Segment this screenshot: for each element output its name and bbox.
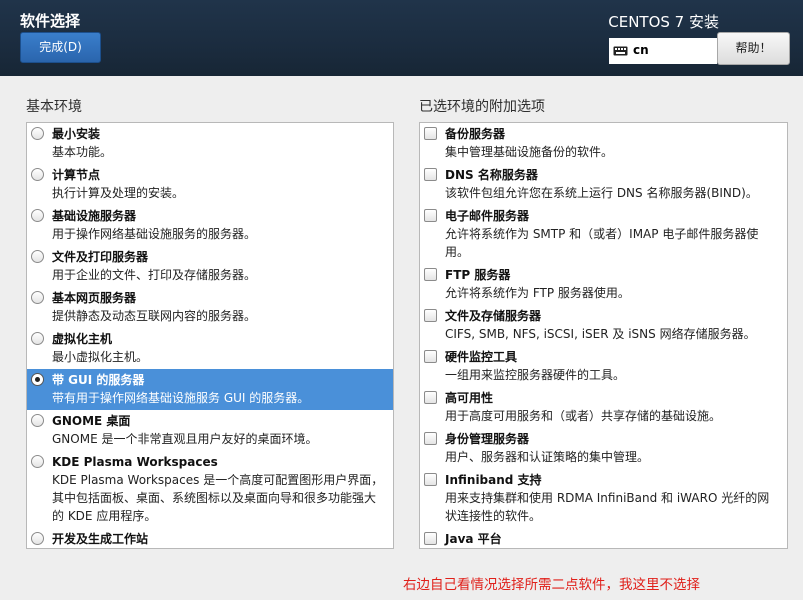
option-title: 文件及存储服务器 — [445, 309, 542, 323]
addons-list[interactable]: 备份服务器 集中管理基础设施备份的软件。 DNS 名称服务器 该软件包组允许您在系统上… — [419, 122, 788, 549]
radio-button[interactable] — [31, 209, 44, 222]
checkbox[interactable] — [424, 127, 437, 140]
option-title: 带 GUI 的服务器 — [52, 373, 145, 387]
option-title: 身份管理服务器 — [445, 432, 530, 446]
option-title: Infiniband 支持 — [445, 473, 542, 487]
option-title: 备份服务器 — [445, 127, 506, 141]
environment-option[interactable]: 带 GUI 的服务器带有用于操作网络基础设施服务 GUI 的服务器。 — [27, 369, 393, 410]
option-description: 允许将系统作为 SMTP 和（或者）IMAP 电子邮件服务器使用。 — [445, 227, 759, 259]
radio-button[interactable] — [31, 414, 44, 427]
radio-button[interactable] — [31, 127, 44, 140]
option-description: 允许将系统作为 FTP 服务器使用。 — [445, 286, 630, 300]
environment-option[interactable]: 文件及打印服务器用于企业的文件、打印及存储服务器。 — [27, 246, 393, 287]
option-description: 用于企业的文件、打印及存储服务器。 — [52, 268, 257, 282]
option-description: 提供静态及动态互联网内容的服务器。 — [52, 309, 257, 323]
option-description: 执行计算及处理的安装。 — [52, 186, 185, 200]
option-title: FTP 服务器 — [445, 268, 511, 282]
keyboard-icon — [613, 46, 628, 56]
addon-option[interactable]: Java 平台 CentOS Linux 服务器和桌面平台的 Java 支持。 — [420, 528, 787, 549]
addon-option[interactable]: 身份管理服务器用户、服务器和认证策略的集中管理。 — [420, 428, 787, 469]
environment-option[interactable]: 最小安装 基本功能。 — [27, 123, 393, 164]
option-title: 文件及打印服务器 — [52, 250, 149, 264]
option-description: 最小虚拟化主机。 — [52, 350, 149, 364]
done-button[interactable]: 完成(D) — [20, 32, 101, 63]
environment-option[interactable]: GNOME 桌面 GNOME 是一个非常直观且用户友好的桌面环境。 — [27, 410, 393, 451]
option-description: 用于软件、硬件、图形或者内容开发的工作站。 — [52, 548, 387, 549]
option-description: KDE Plasma Workspaces 是一个高度可配置图形用户界面，其中包… — [52, 473, 384, 523]
environment-option[interactable]: 基本网页服务器提供静态及动态互联网内容的服务器。 — [27, 287, 393, 328]
option-title: KDE Plasma Workspaces — [52, 455, 218, 469]
environment-option[interactable]: KDE Plasma Workspaces KDE Plasma Workspac… — [27, 451, 393, 528]
option-description: 用来支持集群和使用 RDMA InfiniBand 和 iWARO 光纤的网状连… — [445, 491, 770, 523]
option-description: 用于高度可用服务和（或者）共享存储的基础设施。 — [445, 409, 722, 423]
option-description: 一组用来监控服务器硬件的工具。 — [445, 368, 626, 382]
product-title: CENTOS 7 安装 — [608, 13, 719, 31]
option-title: Java 平台 — [445, 532, 502, 546]
addon-option[interactable]: FTP 服务器允许将系统作为 FTP 服务器使用。 — [420, 264, 787, 305]
option-title: 基本网页服务器 — [52, 291, 137, 305]
addon-option[interactable]: 电子邮件服务器允许将系统作为 SMTP 和（或者）IMAP 电子邮件服务器使用。 — [420, 205, 787, 264]
option-description: 带有用于操作网络基础设施服务 GUI 的服务器。 — [52, 391, 310, 405]
option-title: 硬件监控工具 — [445, 350, 518, 364]
radio-button[interactable] — [31, 532, 44, 545]
checkbox[interactable] — [424, 532, 437, 545]
option-title: 最小安装 — [52, 127, 101, 141]
checkbox[interactable] — [424, 432, 437, 445]
radio-button[interactable] — [31, 455, 44, 468]
radio-button[interactable] — [31, 250, 44, 263]
option-description: 基本功能。 — [52, 145, 113, 159]
option-description: 集中管理基础设施备份的软件。 — [445, 145, 614, 159]
addon-option[interactable]: 文件及存储服务器 CIFS, SMB, NFS, iSCSI, iSER 及 iS… — [420, 305, 787, 346]
option-description: 该软件包组允许您在系统上运行 DNS 名称服务器(BIND)。 — [445, 186, 758, 200]
addons-heading: 已选环境的附加选项 — [419, 99, 545, 115]
radio-button[interactable] — [31, 291, 44, 304]
base-environment-list[interactable]: 最小安装基本功能。计算节点执行计算及处理的安装。 基础设施服务器用于操作网络基础设… — [26, 122, 394, 549]
radio-button[interactable] — [31, 332, 44, 345]
option-description: CIFS, SMB, NFS, iSCSI, iSER 及 iSNS 网络存储服… — [445, 327, 756, 341]
page-title: 软件选择 — [20, 12, 81, 30]
checkbox[interactable] — [424, 309, 437, 322]
option-title: 计算节点 — [52, 168, 101, 182]
addon-option[interactable]: DNS 名称服务器该软件包组允许您在系统上运行 DNS 名称服务器(BIND)。 — [420, 164, 787, 205]
checkbox[interactable] — [424, 168, 437, 181]
radio-button[interactable] — [31, 373, 44, 386]
addon-option[interactable]: 高可用性用于高度可用服务和（或者）共享存储的基础设施。 — [420, 387, 787, 428]
environment-option[interactable]: 虚拟化主机最小虚拟化主机。 — [27, 328, 393, 369]
addon-option[interactable]: 硬件监控工具一组用来监控服务器硬件的工具。 — [420, 346, 787, 387]
help-button[interactable]: 帮助！ — [717, 32, 790, 65]
keyboard-layout-indicator[interactable]: cn — [609, 38, 717, 64]
environment-option[interactable]: 基础设施服务器用于操作网络基础设施服务的服务器。 — [27, 205, 393, 246]
option-title: 高可用性 — [445, 391, 494, 405]
checkbox[interactable] — [424, 268, 437, 281]
option-description: CentOS Linux 服务器和桌面平台的 Java 支持。 — [445, 548, 781, 549]
option-title: 虚拟化主机 — [52, 332, 113, 346]
option-description: GNOME 是一个非常直观且用户友好的桌面环境。 — [52, 432, 318, 446]
option-title: GNOME 桌面 — [52, 414, 131, 428]
checkbox[interactable] — [424, 391, 437, 404]
base-environment-heading: 基本环境 — [26, 99, 82, 115]
option-description: 用于操作网络基础设施服务的服务器。 — [52, 227, 257, 241]
addon-option[interactable]: 备份服务器集中管理基础设施备份的软件。 — [420, 123, 787, 164]
keyboard-layout-label: cn — [633, 43, 649, 57]
option-description: 用户、服务器和认证策略的集中管理。 — [445, 450, 650, 464]
radio-button[interactable] — [31, 168, 44, 181]
option-title: DNS 名称服务器 — [445, 168, 538, 182]
annotation-text: 右边自己看情况选择所需二点软件，我这里不选择 — [403, 577, 700, 593]
checkbox[interactable] — [424, 209, 437, 222]
addon-option[interactable]: Infiniband 支持用来支持集群和使用 RDMA InfiniBand 和… — [420, 469, 787, 528]
option-title: 基础设施服务器 — [52, 209, 137, 223]
environment-option[interactable]: 开发及生成工作站用于软件、硬件、图形或者内容开发的工作站。 — [27, 528, 393, 549]
header-bar: 软件选择 完成(D) CENTOS 7 安装 cn 帮助！ — [0, 0, 803, 76]
option-title: 开发及生成工作站 — [52, 532, 149, 546]
option-title: 电子邮件服务器 — [445, 209, 530, 223]
environment-option[interactable]: 计算节点执行计算及处理的安装。 — [27, 164, 393, 205]
checkbox[interactable] — [424, 350, 437, 363]
checkbox[interactable] — [424, 473, 437, 486]
